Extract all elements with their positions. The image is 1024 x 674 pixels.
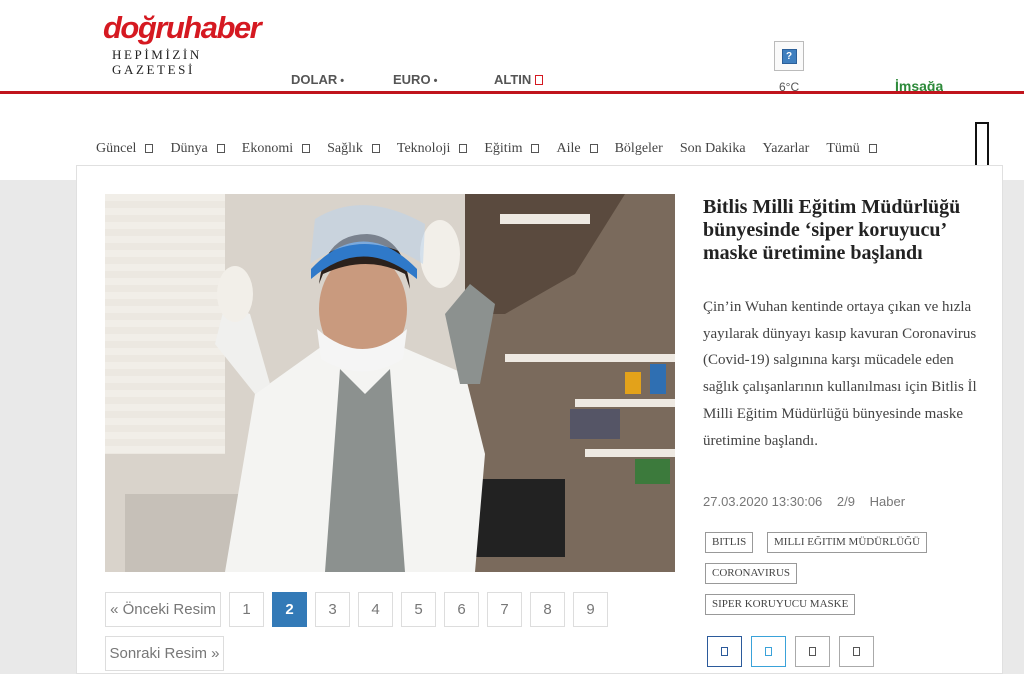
chevron-down-icon (531, 144, 540, 153)
nav-item-label: Güncel (96, 141, 137, 156)
trend-icon (535, 75, 544, 85)
gallery-photo[interactable] (105, 194, 675, 572)
page-6-button[interactable]: 6 (444, 592, 479, 627)
nav-item-label: Eğitim (484, 141, 523, 156)
twitter-icon (765, 647, 772, 656)
facebook-icon (721, 647, 728, 656)
nav-item-saglik[interactable]: Sağlık (327, 141, 380, 161)
nav-item-son-dakika[interactable]: Son Dakika (680, 141, 746, 161)
article-meta: 27.03.2020 13:30:06 2/9 Haber (703, 494, 916, 509)
page-1-button[interactable]: 1 (229, 592, 264, 627)
nav-item-label: Tümü (826, 141, 860, 156)
market-dolar[interactable]: DOLAR • (291, 72, 344, 87)
nav-item-teknoloji[interactable]: Teknoloji (396, 141, 468, 161)
tag-coronavirus[interactable]: CORONAVIRUS (705, 563, 798, 584)
chevron-down-icon (216, 144, 225, 153)
page-7-button[interactable]: 7 (487, 592, 522, 627)
nav-item-ekonomi[interactable]: Ekonomi (241, 141, 311, 161)
nav-item-label: Sağlık (327, 141, 363, 156)
market-label: EURO (393, 72, 431, 87)
nav-item-aile[interactable]: Aile (556, 141, 598, 161)
nav-item-label: Aile (556, 141, 581, 156)
market-euro[interactable]: EURO • (393, 72, 437, 87)
chevron-down-icon (589, 144, 598, 153)
previous-image-button[interactable]: « Önceki Resim (105, 592, 221, 627)
market-label: DOLAR (291, 72, 338, 87)
prayer-time-label[interactable]: İmsağa (895, 78, 943, 92)
article-headline[interactable]: Bitlis Milli Eğitim Müdürlüğü bünyesinde… (703, 196, 973, 265)
chevron-down-icon (868, 144, 877, 153)
nav-item-label: Yazarlar (762, 141, 810, 156)
gallery-photo-illustration (105, 194, 675, 572)
nav-item-label: Bölgeler (614, 141, 663, 156)
page-2-button[interactable]: 2 (272, 592, 307, 627)
gallery-position: 2/9 (836, 494, 855, 509)
broken-image-icon: ? (781, 48, 797, 64)
logo-text: doğruhaber (103, 10, 262, 45)
next-image-button[interactable]: Sonraki Resim » (105, 636, 224, 671)
page-3-button[interactable]: 3 (315, 592, 350, 627)
article-date: 27.03.2020 13:30:06 (703, 494, 823, 509)
chevron-down-icon (459, 144, 468, 153)
nav-item-label: Ekonomi (241, 141, 294, 156)
share-whatsapp-button[interactable] (795, 636, 830, 667)
nav-item-bolgeler[interactable]: Bölgeler (615, 141, 663, 161)
page-9-button[interactable]: 9 (573, 592, 608, 627)
nav-item-dunya[interactable]: Dünya (170, 141, 225, 161)
nav-item-yazarlar[interactable]: Yazarlar (763, 141, 810, 161)
nav-item-label: Teknoloji (396, 141, 451, 156)
tag-siper-koruyucu-maske[interactable]: SIPER KORUYUCU MASKE (705, 594, 856, 615)
page-5-button[interactable]: 5 (401, 592, 436, 627)
article-category[interactable]: Haber (870, 494, 905, 509)
chevron-down-icon (371, 144, 380, 153)
chevron-down-icon (145, 144, 154, 153)
tag-milli-egitim[interactable]: MILLI EĞITIM MÜDÜRLÜĞÜ (767, 532, 928, 553)
tag-bitlis[interactable]: BITLIS (705, 532, 754, 553)
nav-item-label: Dünya (170, 141, 208, 156)
share-facebook-button[interactable] (707, 636, 742, 667)
site-logo[interactable]: doğruhaber (103, 10, 262, 45)
article-summary: Çin’in Wuhan kentinde ortaya çıkan ve hı… (703, 299, 977, 449)
dot-icon: • (433, 75, 438, 87)
nav-item-guncel[interactable]: Güncel (96, 141, 154, 161)
weather-icon[interactable]: ? (774, 41, 804, 71)
share-email-button[interactable] (839, 636, 874, 667)
nav-item-tumu[interactable]: Tümü (826, 141, 877, 161)
page-4-button[interactable]: 4 (358, 592, 393, 627)
dot-icon: • (340, 75, 345, 87)
header-divider (0, 91, 1024, 94)
site-tagline: HEPİMİZİN GAZETESİ (112, 47, 202, 77)
main-nav: Güncel Dünya Ekonomi Sağlık Teknoloji Eğ… (96, 141, 894, 161)
chevron-down-icon (302, 144, 311, 153)
whatsapp-icon (809, 647, 816, 656)
nav-item-egitim[interactable]: Eğitim (484, 141, 540, 161)
market-altin[interactable]: ALTIN (494, 72, 544, 87)
nav-item-label: Son Dakika (679, 141, 746, 156)
page-8-button[interactable]: 8 (530, 592, 565, 627)
email-icon (853, 647, 860, 656)
share-twitter-button[interactable] (751, 636, 786, 667)
market-label: ALTIN (494, 72, 532, 87)
